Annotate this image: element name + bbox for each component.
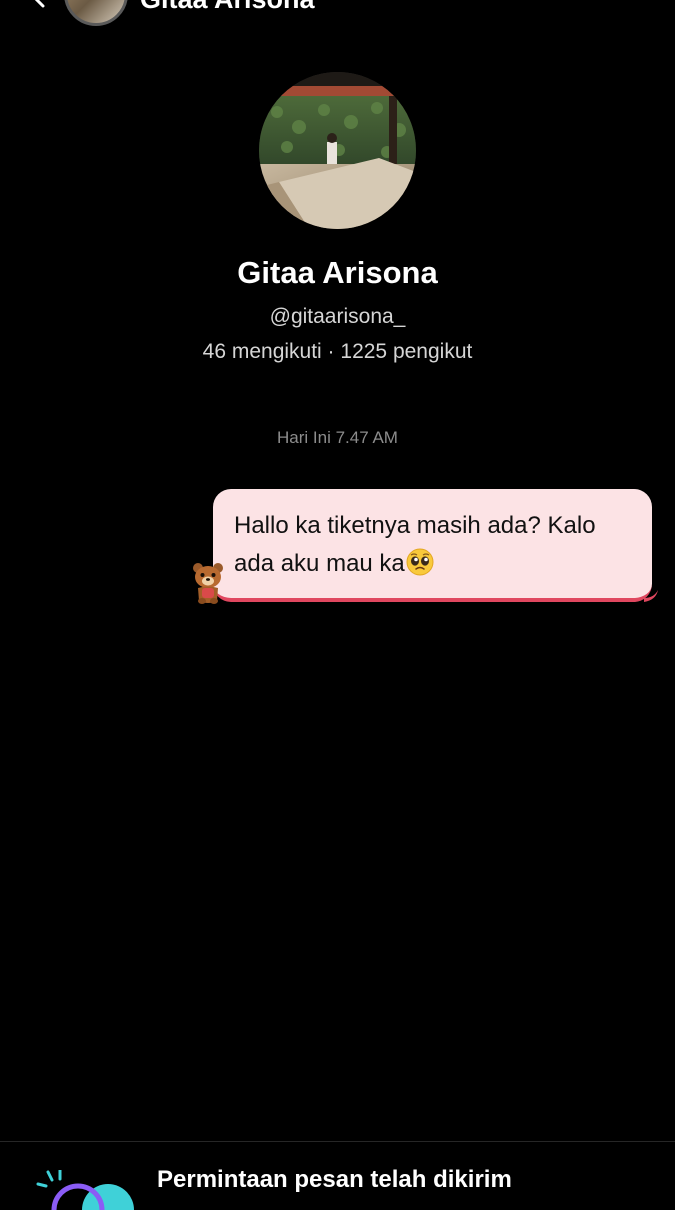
chevron-left-icon[interactable] [28,0,50,8]
request-sent-title: Permintaan pesan telah dikirim [157,1166,512,1193]
profile-photo [259,72,416,229]
message-request-illustration [36,1170,134,1210]
message-bubble[interactable]: Hallo ka tiketnya masih ada? Kalo ada ak… [213,489,658,602]
message-timestamp: Hari Ini 7.47 AM [0,428,675,448]
profile-handle: @gitaarisona_ [269,305,406,328]
timestamp-label: Hari Ini 7.47 AM [277,428,398,447]
profile-name[interactable]: Gitaa Arisona [0,255,675,291]
header-title[interactable]: Gitaa Arisona [140,0,315,15]
profile-avatar[interactable] [259,72,416,229]
bear-sticker-icon [193,563,223,604]
footer-divider [0,1141,675,1142]
header-avatar[interactable] [64,0,128,26]
profile-stats: 46 mengikuti · 1225 pengikut [202,340,473,363]
top-bar: Gitaa Arisona [0,0,675,30]
pleading-face-icon [406,548,434,576]
bubble-tail [644,590,658,602]
